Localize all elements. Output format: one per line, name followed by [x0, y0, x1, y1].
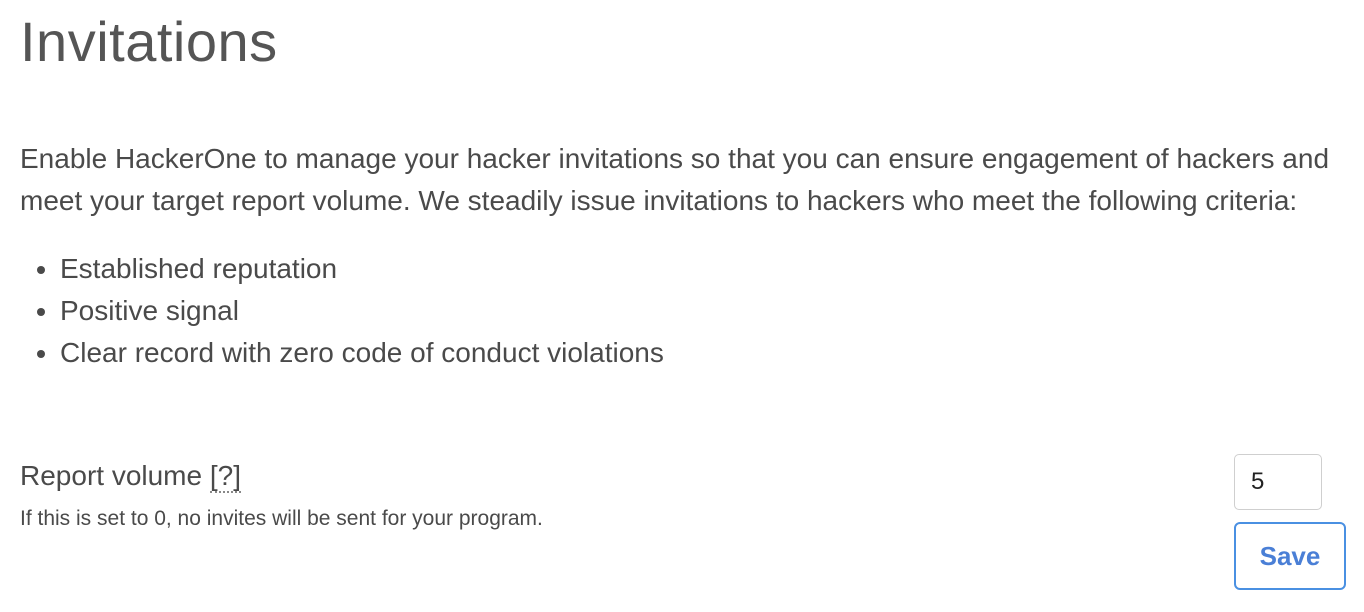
report-volume-section: Report volume [?] If this is set to 0, n… [20, 452, 1350, 592]
save-button[interactable]: Save [1234, 522, 1346, 590]
criteria-item: Positive signal [60, 290, 1350, 332]
intro-text: Enable HackerOne to manage your hacker i… [20, 143, 1330, 216]
report-volume-input[interactable] [1234, 454, 1322, 510]
report-volume-label-text: Report volume [20, 460, 203, 491]
criteria-item: Established reputation [60, 248, 1350, 290]
report-volume-label: Report volume [?] [20, 456, 242, 496]
page-title: Invitations [20, 10, 278, 73]
criteria-list: Established reputation Positive signal C… [20, 248, 1350, 374]
report-volume-help-link[interactable]: [?] [209, 460, 242, 493]
report-volume-help-text: If this is set to 0, no invites will be … [20, 507, 543, 530]
criteria-item: Clear record with zero code of conduct v… [60, 332, 1350, 374]
invitations-settings: Invitations Enable HackerOne to manage y… [20, 0, 1350, 590]
